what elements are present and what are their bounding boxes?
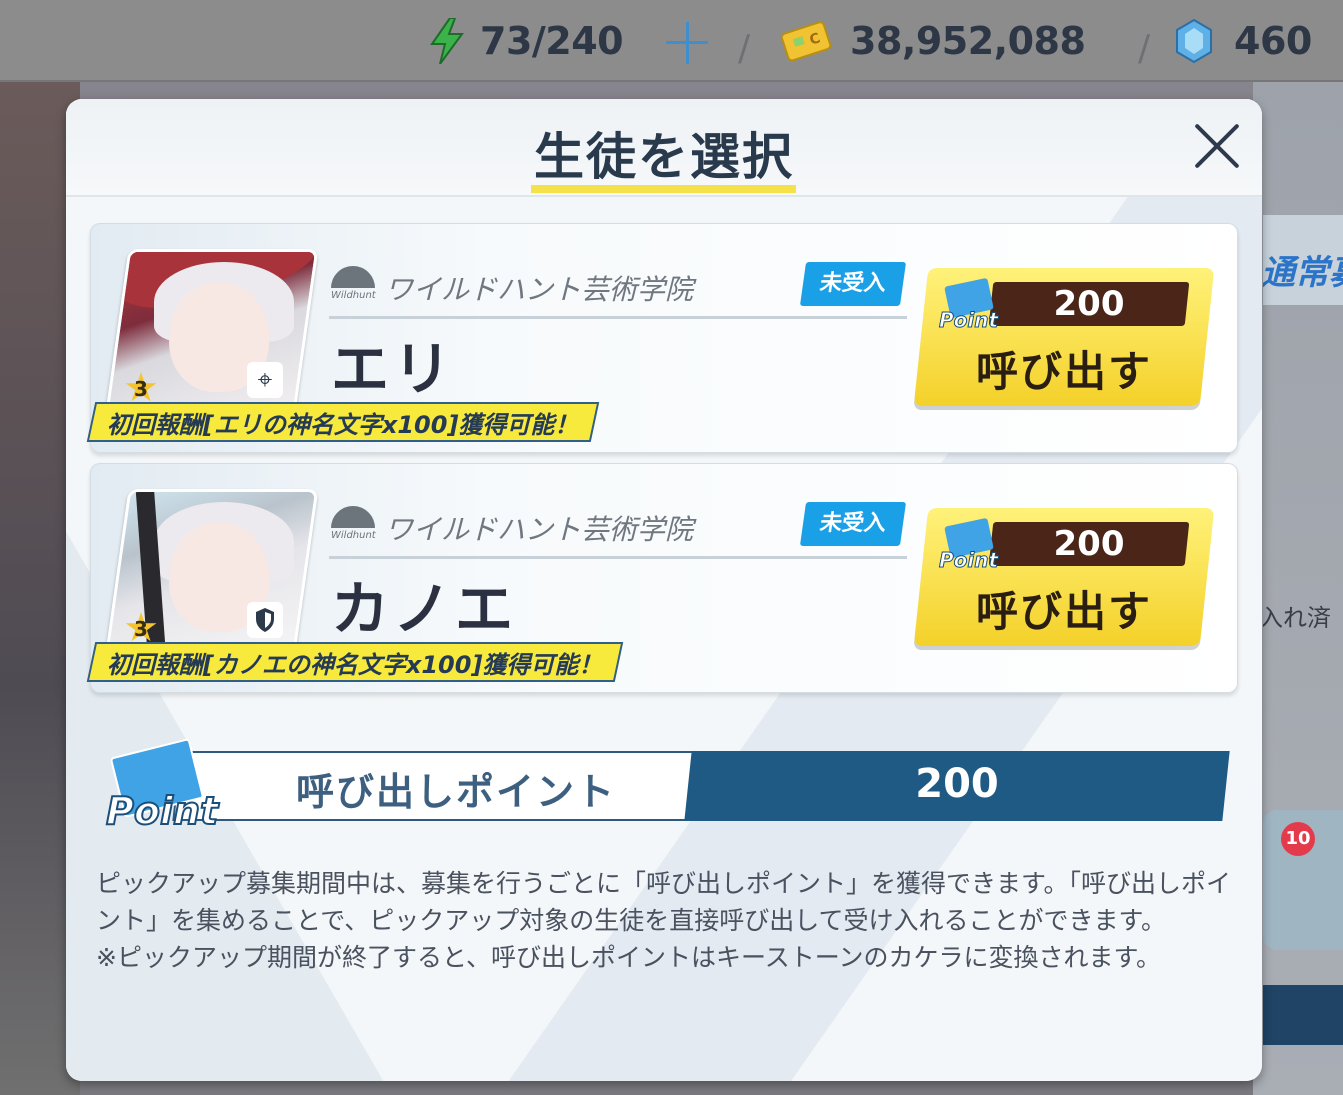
status-badge: 未受入 bbox=[799, 262, 907, 306]
divider bbox=[329, 316, 907, 319]
lightning-icon bbox=[430, 18, 464, 64]
school-name: ワイルドハント芸術学院 bbox=[385, 513, 694, 546]
point-envelope-icon: Point bbox=[102, 738, 219, 843]
school-logo-emblem bbox=[331, 266, 375, 288]
summon-button[interactable]: 200 Point 呼び出す bbox=[913, 268, 1215, 406]
student-name: エリ bbox=[331, 335, 456, 403]
school-logo-text: Wildhunt bbox=[331, 290, 376, 301]
summon-button-label: 呼び出す bbox=[975, 347, 1152, 396]
student-card: ★ 3 Wildhunt ワイルドハント芸術学院 未受入 カノエ 初回報酬[カノ… bbox=[86, 463, 1238, 693]
background-banner-text: 通常募 bbox=[1263, 253, 1343, 293]
credit-card-icon: C bbox=[780, 21, 832, 61]
summon-points-bar: 呼び出しポイント 200 bbox=[172, 751, 1230, 821]
point-envelope-icon: Point bbox=[938, 277, 999, 333]
school-logo-icon: Wildhunt bbox=[331, 506, 377, 546]
crosshair-icon: ⌖ bbox=[247, 362, 283, 398]
school-logo-emblem bbox=[331, 506, 375, 528]
summon-cost: 200 bbox=[1053, 524, 1125, 564]
first-reward-banner: 初回報酬[エリの神名文字x100]獲得可能！ bbox=[86, 402, 599, 442]
background-status-text: 入れ済 bbox=[1263, 590, 1343, 640]
gems-value: 460 bbox=[1234, 19, 1312, 63]
summon-cost: 200 bbox=[1053, 284, 1125, 324]
dialog-title: 生徒を選択 bbox=[534, 128, 794, 186]
background-mailbox: 10 bbox=[1263, 810, 1343, 950]
first-reward-text: 初回報酬[エリの神名文字x100]獲得可能！ bbox=[107, 410, 579, 439]
stamina-value: 73/240 bbox=[480, 19, 624, 63]
divider: / bbox=[1138, 28, 1151, 69]
description-text: ピックアップ募集期間中は、募集を行うごとに「呼び出しポイント」を獲得できます。「… bbox=[96, 865, 1236, 976]
first-reward-text: 初回報酬[カノエの神名文字x100]獲得可能！ bbox=[107, 650, 603, 679]
gems-display: 460 bbox=[1174, 18, 1312, 64]
school-name: ワイルドハント芸術学院 bbox=[385, 273, 694, 306]
status-badge: 未受入 bbox=[799, 502, 907, 546]
description-paragraph: ピックアップ募集期間中は、募集を行うごとに「呼び出しポイント」を獲得できます。「… bbox=[96, 869, 1232, 935]
stamina-display: 73/240 bbox=[428, 18, 624, 64]
credits-value: 38,952,088 bbox=[850, 19, 1086, 63]
summon-points-value: 200 bbox=[915, 761, 999, 807]
divider: / bbox=[738, 28, 751, 69]
first-reward-banner: 初回報酬[カノエの神名文字x100]獲得可能！ bbox=[86, 642, 623, 682]
student-name: カノエ bbox=[331, 575, 518, 643]
mail-count-badge: 10 bbox=[1281, 822, 1315, 856]
close-button[interactable] bbox=[1190, 119, 1244, 173]
background-bottom-bar bbox=[1263, 985, 1343, 1045]
point-envelope-icon: Point bbox=[938, 517, 999, 573]
pyroxene-gem-icon bbox=[1176, 18, 1212, 64]
point-icon-label: Point bbox=[105, 788, 219, 834]
summon-button-label: 呼び出す bbox=[975, 587, 1152, 636]
point-icon-label: Point bbox=[938, 548, 999, 573]
school-logo-text: Wildhunt bbox=[331, 530, 376, 541]
summon-button[interactable]: 200 Point 呼び出す bbox=[913, 508, 1215, 646]
dialog-header: 生徒を選択 bbox=[66, 99, 1262, 197]
title-underline bbox=[531, 185, 796, 193]
background-banner: 通常募 bbox=[1263, 215, 1343, 305]
school-logo-icon: Wildhunt bbox=[331, 266, 377, 306]
currency-bar: 73/240 / C 38,952,088 / 460 bbox=[0, 0, 1343, 82]
add-stamina-button[interactable] bbox=[662, 18, 712, 68]
shield-icon bbox=[247, 602, 283, 638]
summon-points-label: 呼び出しポイント bbox=[296, 770, 617, 814]
student-card: ★ 3 ⌖ Wildhunt ワイルドハント芸術学院 未受入 エリ 初回報酬[エ… bbox=[86, 223, 1238, 453]
select-student-dialog: 生徒を選択 ★ 3 ⌖ Wildhunt ワイルドハント芸術学院 未受入 エリ … bbox=[66, 99, 1262, 1081]
background-status-label: 入れ済 bbox=[1263, 604, 1331, 632]
divider bbox=[329, 556, 907, 559]
description-note: ※ピックアップ期間が終了すると、呼び出しポイントはキーストーンのカケラに変換され… bbox=[96, 943, 1161, 972]
credits-display: C 38,952,088 bbox=[780, 18, 1086, 64]
point-icon-label: Point bbox=[938, 308, 999, 333]
